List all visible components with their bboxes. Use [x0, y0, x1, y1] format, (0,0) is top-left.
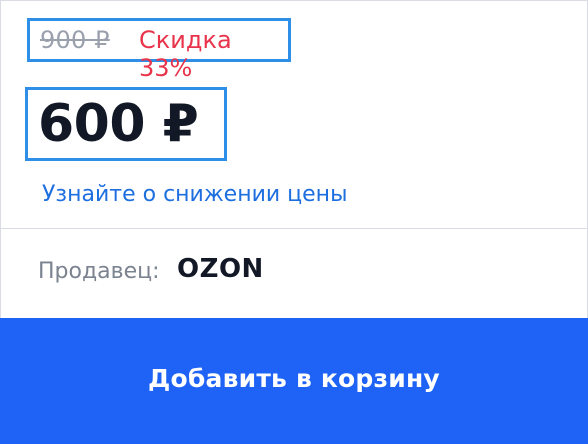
discount-label: Скидка 33% — [139, 26, 232, 82]
seller-label: Продавец: — [38, 259, 160, 284]
divider — [1, 228, 587, 229]
seller-name-link[interactable]: OZON — [177, 254, 264, 284]
current-price: 600 ₽ — [38, 94, 199, 154]
add-to-cart-label: Добавить в корзину — [148, 364, 440, 393]
price-drop-link[interactable]: Узнайте о снижении цены — [42, 182, 347, 207]
current-price-highlight: 600 ₽ — [25, 87, 227, 161]
old-price: 900 ₽ — [40, 26, 110, 54]
old-price-highlight: 900 ₽ Скидка 33% — [27, 18, 291, 82]
add-to-cart-button[interactable]: Добавить в корзину — [0, 318, 588, 444]
